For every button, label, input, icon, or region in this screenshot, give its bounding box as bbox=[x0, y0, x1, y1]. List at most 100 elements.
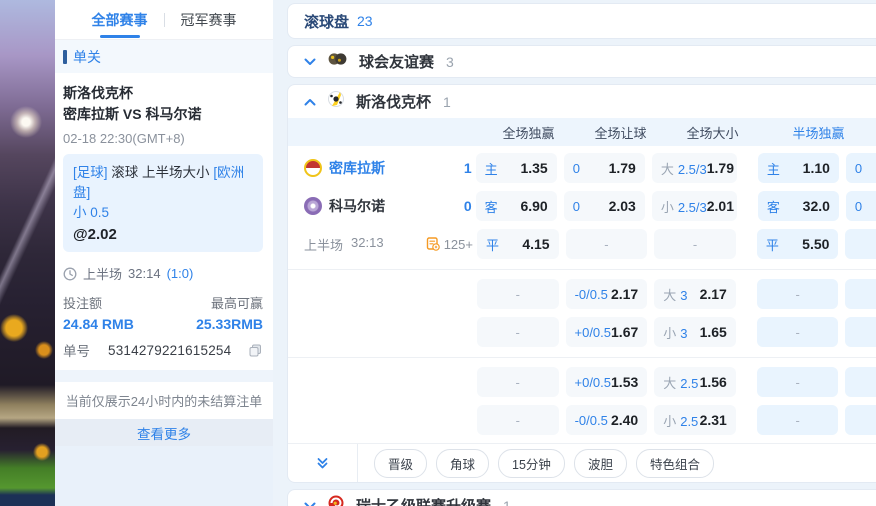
tag-15min[interactable]: 15分钟 bbox=[498, 449, 565, 478]
odds-label: 主 bbox=[767, 159, 780, 178]
odds-box[interactable]: 02.03 bbox=[564, 191, 645, 221]
odds-box[interactable]: +0/0.51.67 bbox=[566, 317, 648, 347]
odds-box[interactable]: +0/0.51.53 bbox=[566, 367, 648, 397]
tag-promotion[interactable]: 晋级 bbox=[374, 449, 427, 478]
odds-line: 2.5 bbox=[680, 376, 698, 391]
bet-ticket-card: 斯洛伐克杯 密库拉斯 VS 科马尔诺 02-18 22:30(GMT+8) [足… bbox=[55, 73, 273, 370]
odds-label: 0 bbox=[573, 161, 580, 176]
odds-line: 3 bbox=[680, 326, 687, 341]
odds-box-clipped: - bbox=[845, 405, 876, 435]
league-row-friendly[interactable]: 球会友谊赛 3 bbox=[287, 45, 876, 78]
dash: - bbox=[795, 375, 799, 390]
odds-side-label: 大 bbox=[661, 159, 674, 178]
column-fulltime-handicap: 全场让球 bbox=[578, 123, 663, 142]
odds-value: 1.79 bbox=[609, 160, 636, 176]
odds-box[interactable]: 小2.52.31 bbox=[654, 405, 736, 435]
odds-box[interactable]: 主1.10 bbox=[758, 153, 839, 183]
collapse-all-button[interactable] bbox=[288, 444, 358, 482]
period-label: 上半场 bbox=[304, 235, 343, 254]
bet-period-label: 上半场 bbox=[83, 264, 122, 283]
stadium-background-image bbox=[0, 0, 55, 506]
tag-correct-score[interactable]: 波胆 bbox=[574, 449, 627, 478]
odds-box[interactable]: 大3 2.17 bbox=[654, 279, 736, 309]
odds-label: 主 bbox=[485, 159, 498, 178]
odds-box[interactable]: 01.79 bbox=[564, 153, 645, 183]
odds-side-label: 小 bbox=[661, 197, 674, 216]
extra-odds-row: - +0/0.51.53 大2.51.56 - - bbox=[288, 367, 876, 397]
extra-odds-row: - -0/0.52.17 大32.17 - - bbox=[288, 279, 876, 309]
stake-amount-value: 24.84 RMB bbox=[63, 316, 134, 332]
odds-line: 2.5/3 bbox=[678, 200, 707, 215]
odds-value: 1.65 bbox=[700, 324, 727, 340]
odds-box-empty: - bbox=[757, 317, 839, 347]
match-row-home: 密库拉斯 1 主1.35 01.79 大2.5/31.79 主1.10 0 bbox=[288, 153, 876, 183]
league-title: 斯洛伐克杯 bbox=[356, 91, 431, 112]
column-halftime-1x2: 半场独赢 bbox=[776, 123, 861, 142]
odds-value: 2.17 bbox=[700, 286, 727, 302]
betting-app: 全部赛事 冠军赛事 单关 斯洛伐克杯 密库拉斯 VS 科马尔诺 02-18 22… bbox=[0, 0, 876, 506]
odds-box[interactable]: 小31.65 bbox=[654, 317, 736, 347]
odds-box[interactable]: 小2.5/32.01 bbox=[652, 191, 737, 221]
tab-all-events[interactable]: 全部赛事 bbox=[90, 0, 150, 40]
dash: - bbox=[795, 413, 799, 428]
odds-label: 0 bbox=[855, 161, 862, 176]
league-row-swiss[interactable]: 瑞士乙级联赛升级赛 1 bbox=[287, 489, 876, 506]
odds-box[interactable]: -0/0.52.17 bbox=[566, 279, 648, 309]
odds-box-clipped: - bbox=[845, 279, 876, 309]
match-row-away: 科马尔诺 0 客6.90 02.03 小2.5/32.01 客32.0 0 bbox=[288, 191, 876, 221]
soccer-ball-icon bbox=[328, 91, 344, 112]
chevron-down-icon bbox=[304, 58, 316, 66]
column-fulltime-overunder: 全场大小 bbox=[670, 123, 755, 142]
home-team-logo bbox=[304, 159, 322, 177]
bet-live-score: (1:0) bbox=[167, 266, 194, 281]
view-more-button[interactable]: 查看更多 bbox=[55, 419, 273, 446]
odds-value: 2.40 bbox=[611, 412, 638, 428]
odds-box[interactable]: 客6.90 bbox=[476, 191, 557, 221]
stake-amount-label: 投注额 bbox=[63, 293, 102, 312]
chevron-up-icon bbox=[304, 98, 316, 106]
copy-icon[interactable] bbox=[249, 344, 262, 357]
odds-box[interactable]: 客32.0 bbox=[758, 191, 839, 221]
market-tag-pills: 晋级 角球 15分钟 波胆 特色组合 bbox=[374, 449, 714, 478]
odds-box[interactable]: 大2.51.56 bbox=[654, 367, 736, 397]
odds-box[interactable]: 平 5.50 bbox=[757, 229, 839, 259]
odds-box[interactable]: 主1.35 bbox=[476, 153, 557, 183]
odds-side-label: 大 bbox=[663, 285, 676, 304]
ticket-number-row: 单号 5314279221615254 bbox=[63, 340, 263, 360]
tag-corners[interactable]: 角球 bbox=[436, 449, 489, 478]
odds-box[interactable]: -0/0.52.40 bbox=[566, 405, 648, 435]
away-team-score: 0 bbox=[464, 198, 472, 214]
odds-box-clipped[interactable]: 0 bbox=[846, 191, 876, 221]
dash: - bbox=[516, 325, 520, 340]
odds-box-empty: - bbox=[757, 405, 839, 435]
betslip-tabs: 全部赛事 冠军赛事 bbox=[55, 0, 273, 40]
odds-box-empty: - bbox=[654, 229, 736, 259]
odds-label: 0 bbox=[573, 199, 580, 214]
live-markets-title: 滚球盘 bbox=[304, 11, 349, 32]
odds-box-empty: - bbox=[477, 317, 559, 347]
odds-label: 平 bbox=[766, 235, 779, 254]
odds-box-empty: - bbox=[757, 279, 839, 309]
dash: - bbox=[795, 325, 799, 340]
live-markets-header: 滚球盘 23 bbox=[287, 3, 876, 39]
section-title: 单关 bbox=[73, 47, 101, 67]
bet-selection: 小 0.5 bbox=[73, 203, 253, 223]
odds-box-empty: - bbox=[477, 405, 559, 435]
odds-value: 2.31 bbox=[700, 412, 727, 428]
league-row-slovak-cup[interactable]: 斯洛伐克杯 1 bbox=[288, 85, 876, 118]
tab-champion-events[interactable]: 冠军赛事 bbox=[179, 0, 239, 40]
odds-box[interactable]: 大2.5/31.79 bbox=[652, 153, 737, 183]
more-markets-count[interactable]: 125+ bbox=[444, 237, 473, 252]
tag-specials[interactable]: 特色组合 bbox=[636, 449, 714, 478]
home-team-score: 1 bbox=[464, 160, 472, 176]
odds-value: 6.90 bbox=[520, 198, 547, 214]
odds-box[interactable]: 平4.15 bbox=[477, 229, 559, 259]
bet-market-line: [足球] 滚球 上半场大小 [欧洲盘] bbox=[73, 163, 253, 203]
odds-line: 3 bbox=[680, 288, 687, 303]
single-bet-section-header: 单关 bbox=[55, 40, 273, 73]
odds-box-clipped[interactable]: 0 bbox=[846, 153, 876, 183]
odds-value: 5.50 bbox=[802, 236, 829, 252]
ticket-number-label: 单号 bbox=[63, 340, 90, 360]
live-markets-count: 23 bbox=[357, 13, 373, 29]
odds-label: 客 bbox=[767, 197, 780, 216]
